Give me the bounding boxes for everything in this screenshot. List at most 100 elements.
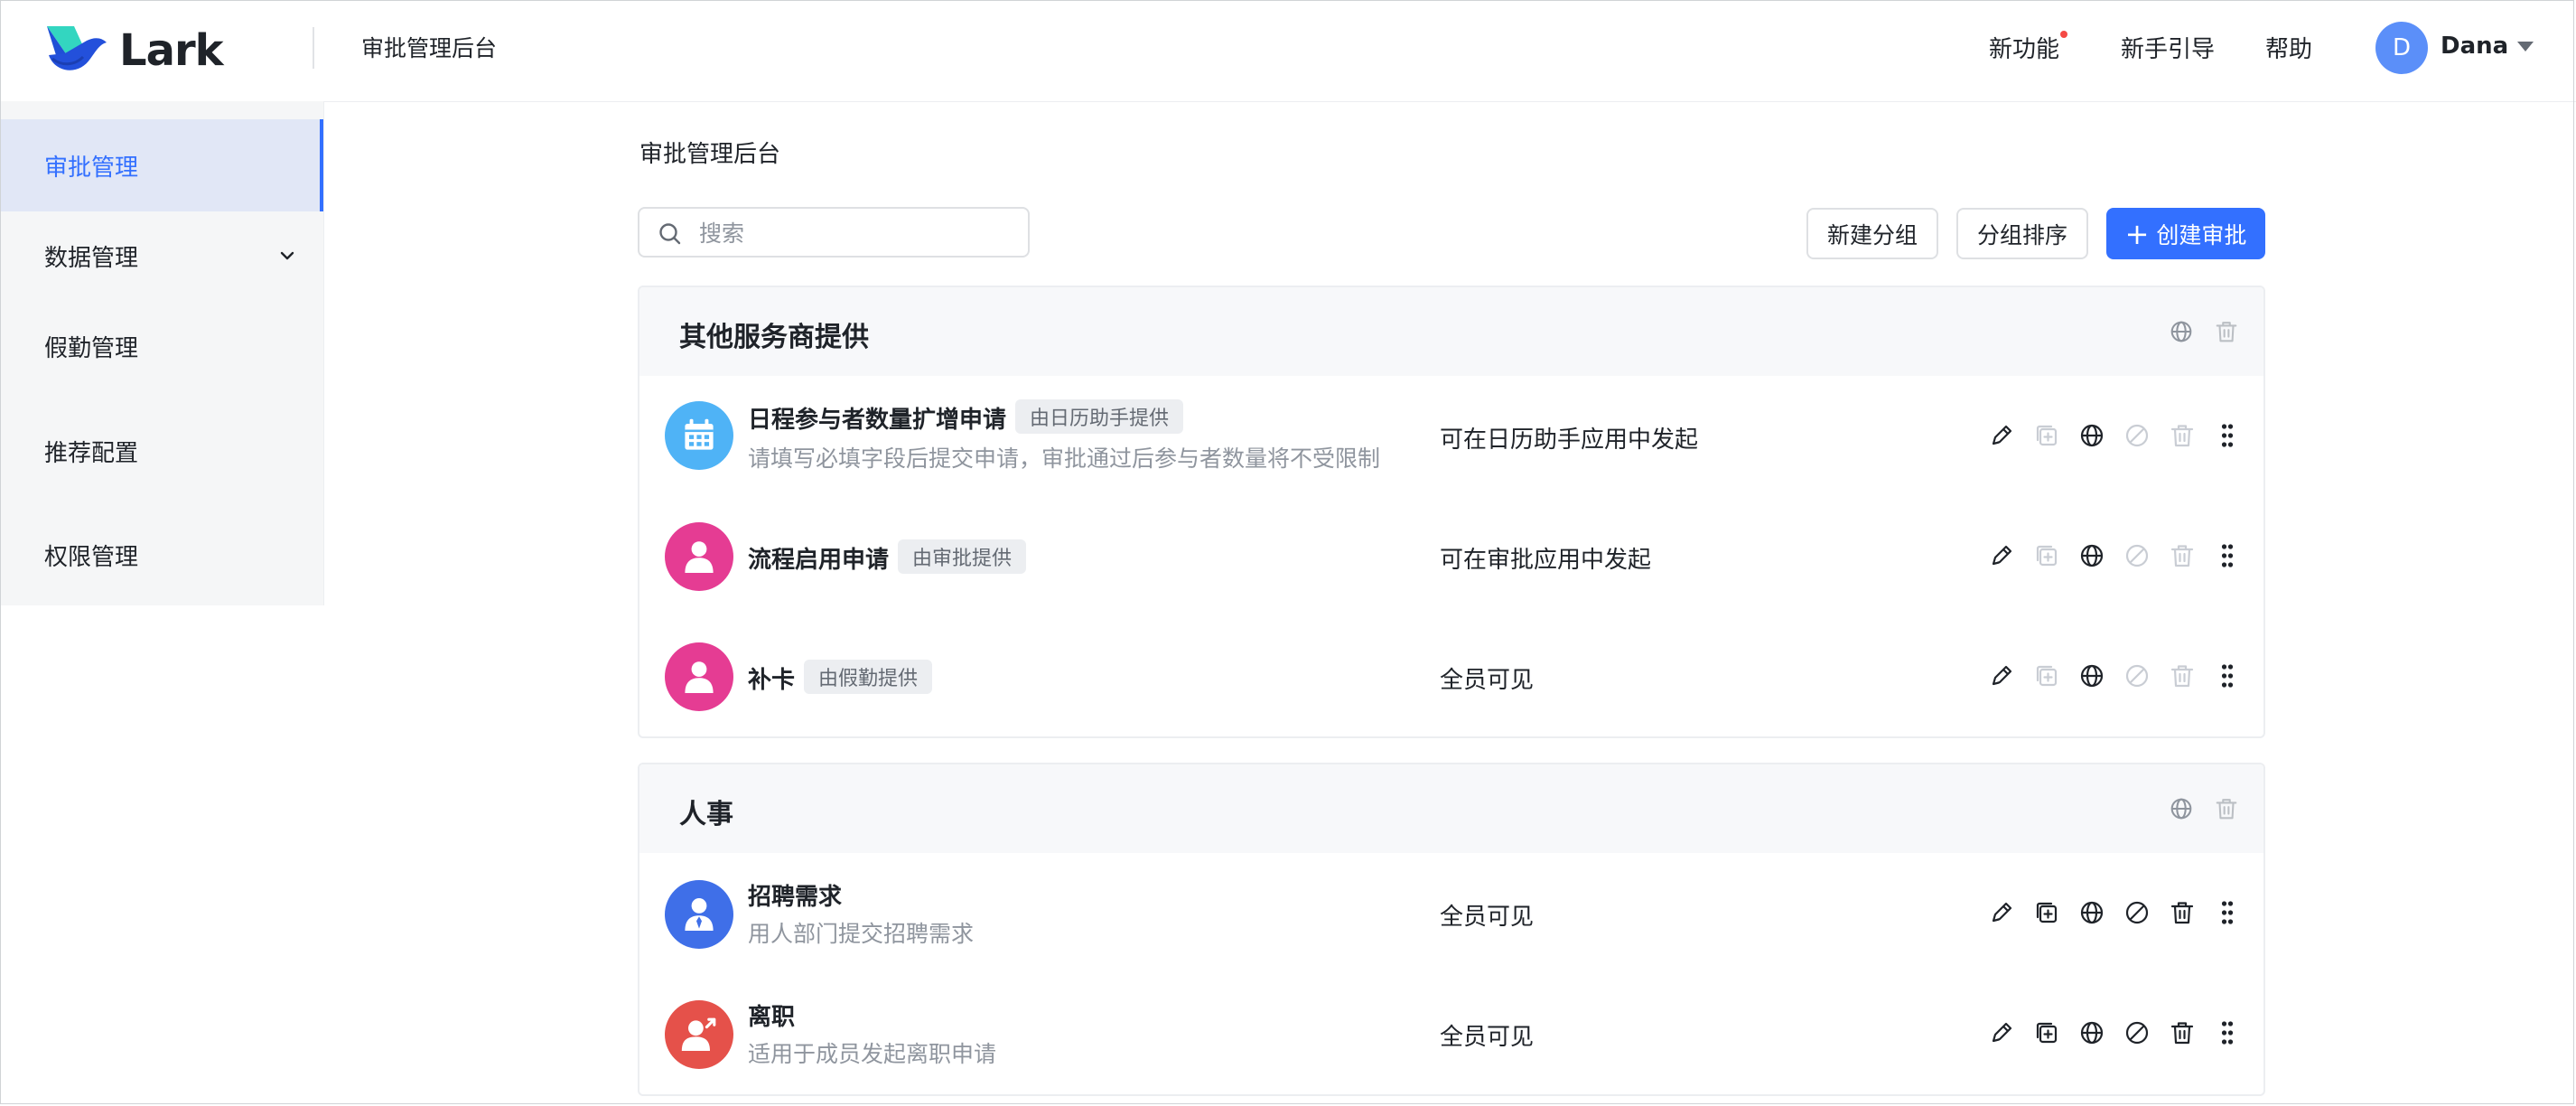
disable-icon: [2123, 661, 2151, 690]
person-avatar: [665, 642, 733, 711]
sidebar-item-label: 数据管理: [44, 244, 139, 272]
sidebar-item-label: 审批管理: [44, 154, 139, 182]
approval-group: 其他服务商提供 日程参与者数量扩增申请 由日历助手提供 请填写必填字段后提交申请…: [638, 286, 2265, 738]
disable-icon[interactable]: [2123, 898, 2151, 927]
globe-icon[interactable]: [2077, 421, 2106, 450]
app-title: 审批管理后台: [361, 35, 498, 61]
user-avatar[interactable]: D: [2375, 22, 2428, 74]
create-approval-button[interactable]: + 创建审批: [2106, 208, 2265, 259]
trash-icon: [2213, 318, 2240, 345]
trash-icon[interactable]: [2168, 1018, 2197, 1047]
globe-icon[interactable]: [2077, 661, 2106, 690]
drag-handle-icon[interactable]: [2213, 421, 2242, 450]
disable-icon[interactable]: [2123, 1018, 2151, 1047]
visibility-scope: 可在审批应用中发起: [1440, 547, 1652, 574]
globe-icon[interactable]: [2077, 541, 2106, 570]
trash-icon: [2168, 421, 2197, 450]
sidebar-item-data[interactable]: 数据管理: [0, 210, 323, 302]
lark-logo[interactable]: Lark: [43, 22, 233, 80]
approval-row[interactable]: 流程启用申请 由审批提供 可在审批应用中发起: [639, 496, 2263, 616]
logo-text: Lark: [119, 25, 224, 76]
caret-down-icon[interactable]: [2513, 36, 2538, 56]
copy-icon[interactable]: [2032, 898, 2061, 927]
search-box[interactable]: [638, 207, 1030, 258]
group-title: 其他服务商提供: [679, 322, 869, 353]
new-feature-dot: [2060, 31, 2067, 38]
nav-help[interactable]: 帮助: [2265, 31, 2312, 64]
globe-icon[interactable]: [2077, 898, 2106, 927]
copy-icon: [2032, 661, 2061, 690]
trash-icon: [2213, 795, 2240, 822]
new-group-button[interactable]: 新建分组: [1806, 208, 1938, 259]
create-approval-label: 创建审批: [2156, 221, 2247, 248]
edit-icon[interactable]: [1987, 421, 2016, 450]
globe-icon[interactable]: [2077, 1018, 2106, 1047]
sidebar-item-label: 假勤管理: [44, 334, 139, 362]
globe-icon[interactable]: [2168, 318, 2195, 345]
person-avatar: [665, 1000, 733, 1069]
provider-tag: 由日历助手提供: [1015, 399, 1184, 434]
visibility-scope: 全员可见: [1440, 904, 1535, 931]
chevron-down-icon[interactable]: [278, 247, 296, 265]
sidebar-item-attendance[interactable]: 假勤管理: [0, 300, 323, 392]
nav-guide[interactable]: 新手引导: [2121, 31, 2215, 64]
calendar-avatar: [665, 401, 733, 470]
visibility-scope: 全员可见: [1440, 667, 1535, 694]
header-divider: [313, 27, 314, 69]
visibility-scope: 全员可见: [1440, 1024, 1535, 1051]
drag-handle-icon[interactable]: [2213, 1018, 2242, 1047]
edit-icon[interactable]: [1987, 541, 2016, 570]
copy-icon[interactable]: [2032, 1018, 2061, 1047]
sidebar-item-recommend[interactable]: 推荐配置: [0, 405, 323, 497]
copy-icon: [2032, 541, 2061, 570]
sidebar-item-permissions[interactable]: 权限管理: [0, 509, 323, 601]
approval-name[interactable]: 流程启用申请: [748, 541, 889, 575]
approval-row[interactable]: 招聘需求 用人部门提交招聘需求 全员可见: [639, 853, 2263, 973]
approval-group: 人事 招聘需求 用人部门提交招聘需求 全员可见 离职 适用于成员发起离职申请 全…: [638, 763, 2265, 1096]
provider-tag: 由假勤提供: [804, 660, 933, 694]
disable-icon: [2123, 541, 2151, 570]
trash-icon: [2168, 541, 2197, 570]
person-icon: [677, 535, 721, 578]
group-title: 人事: [679, 799, 733, 830]
edit-icon[interactable]: [1987, 661, 2016, 690]
person-avatar: [665, 880, 733, 949]
drag-handle-icon[interactable]: [2213, 898, 2242, 927]
approval-description: 请填写必填字段后提交申请，审批通过后参与者数量将不受限制: [748, 445, 1381, 472]
approval-name[interactable]: 补卡: [748, 661, 795, 695]
user-name[interactable]: Dana: [2441, 33, 2508, 60]
disable-icon: [2123, 421, 2151, 450]
trash-icon: [2168, 661, 2197, 690]
search-input[interactable]: [697, 216, 1017, 250]
drag-handle-icon[interactable]: [2213, 661, 2242, 690]
approval-row[interactable]: 离职 适用于成员发起离职申请 全员可见: [639, 973, 2263, 1093]
top-bar: Lark 审批管理后台 新功能 新手引导 帮助 D Dana: [0, 0, 2576, 102]
group-header: 其他服务商提供: [639, 287, 2263, 376]
person-avatar: [665, 522, 733, 591]
approval-description: 用人部门提交招聘需求: [748, 921, 975, 947]
globe-icon[interactable]: [2168, 795, 2195, 822]
lark-bird-icon: [47, 26, 107, 70]
approval-row[interactable]: 补卡 由假勤提供 全员可见: [639, 616, 2263, 736]
person-icon: [677, 655, 721, 698]
edit-icon[interactable]: [1987, 1018, 2016, 1047]
sort-groups-button[interactable]: 分组排序: [1956, 208, 2088, 259]
sidebar-item-label: 权限管理: [44, 543, 139, 571]
person-leave-icon: [677, 1013, 721, 1056]
nav-new-features[interactable]: 新功能: [1989, 31, 2059, 64]
sidebar-item-approval[interactable]: 审批管理: [0, 119, 323, 211]
calendar-icon: [676, 412, 723, 459]
group-header: 人事: [639, 764, 2263, 853]
provider-tag: 由审批提供: [898, 539, 1027, 574]
approval-name[interactable]: 离职: [748, 998, 795, 1032]
trash-icon[interactable]: [2168, 898, 2197, 927]
search-icon: [659, 223, 681, 245]
approval-name[interactable]: 招聘需求: [748, 878, 842, 912]
approval-name[interactable]: 日程参与者数量扩增申请: [748, 401, 1006, 435]
approval-row[interactable]: 日程参与者数量扩增申请 由日历助手提供 请填写必填字段后提交申请，审批通过后参与…: [639, 376, 2263, 496]
person-tie-icon: [677, 893, 721, 936]
active-indicator: [320, 119, 323, 211]
edit-icon[interactable]: [1987, 898, 2016, 927]
drag-handle-icon[interactable]: [2213, 541, 2242, 570]
plus-icon: +: [2124, 216, 2150, 251]
